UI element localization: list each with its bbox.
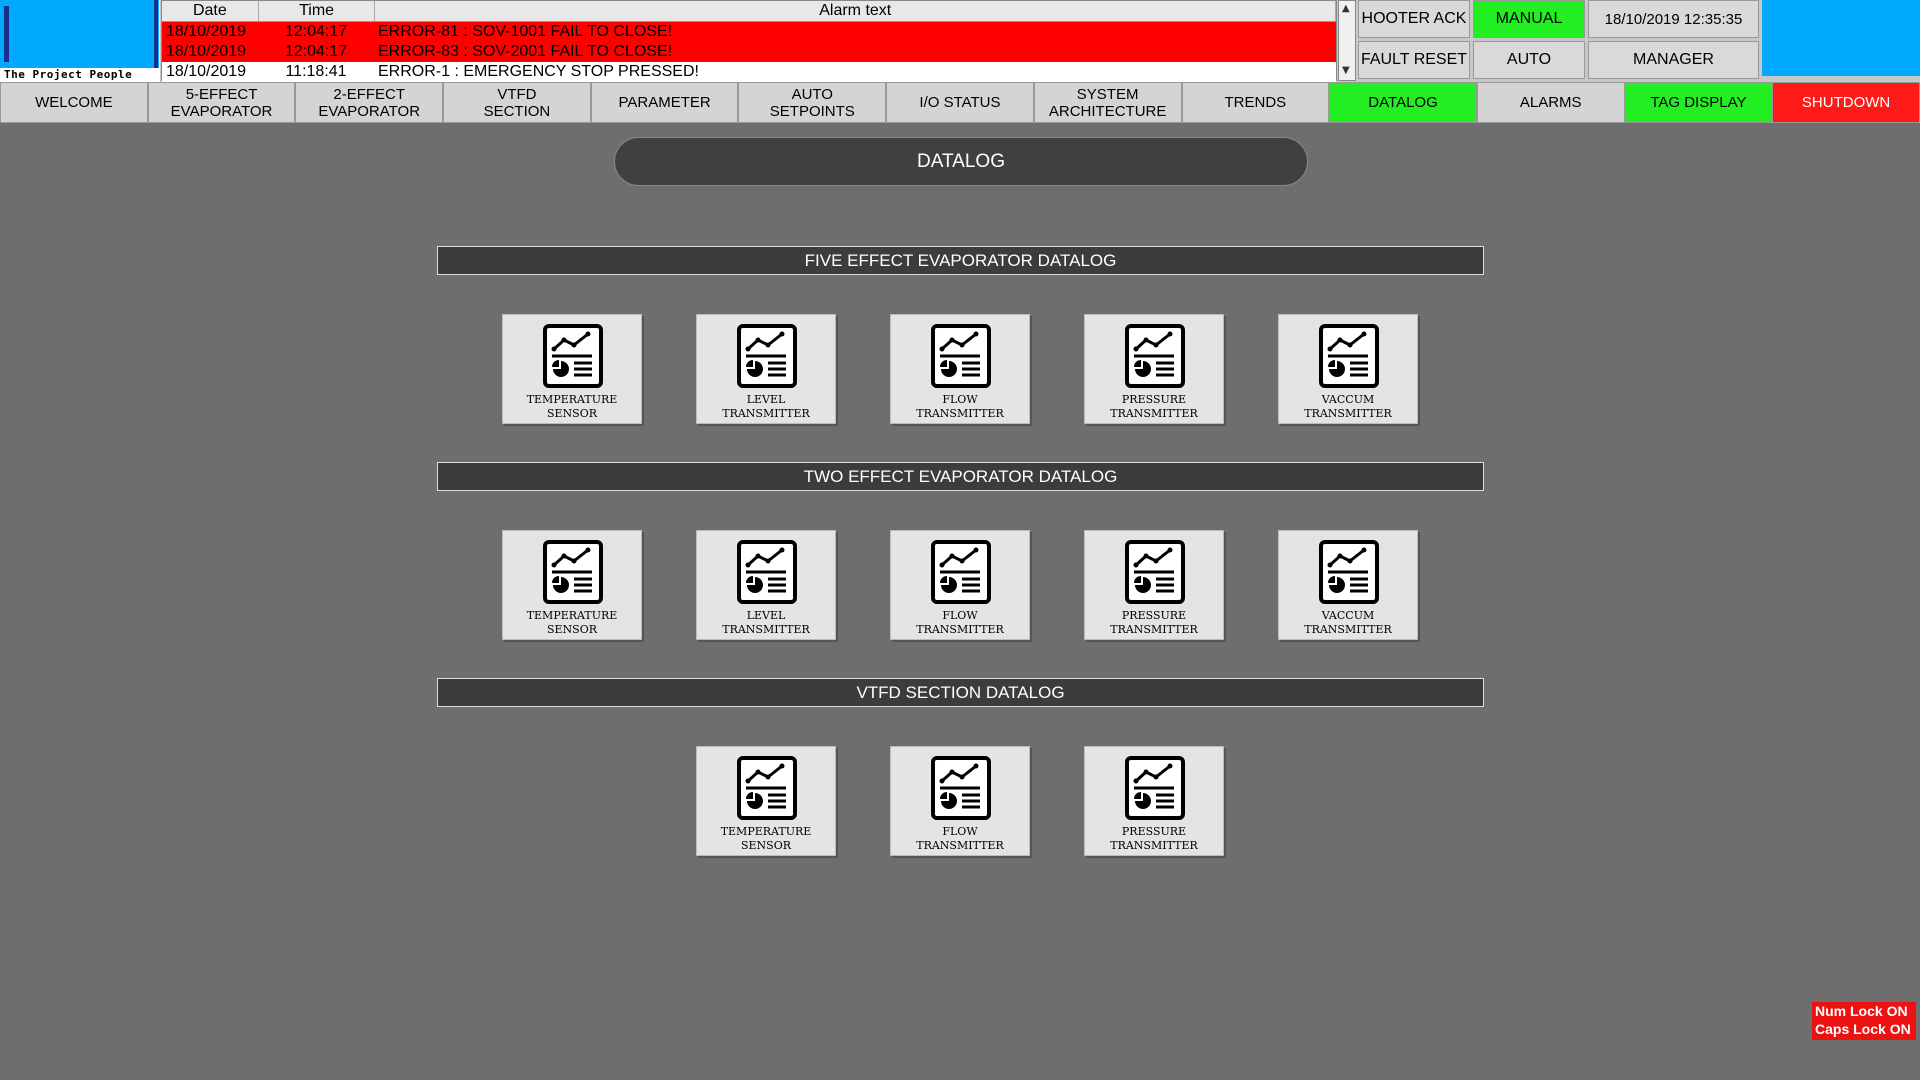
alarm-date: 18/10/2019 (166, 43, 247, 60)
datalog-card-label: VACCUM TRANSMITTER (1304, 609, 1392, 636)
report-chart-icon (1319, 324, 1379, 388)
datalog-card[interactable]: LEVEL TRANSMITTER (696, 530, 836, 640)
num-lock-status: Num Lock ON (1815, 1003, 1908, 1019)
alarm-text: ERROR-83 : SOV-2001 FAIL TO CLOSE! (378, 43, 673, 60)
alarm-time: 12:04:17 (284, 23, 348, 40)
alarm-text: ERROR-81 : SOV-1001 FAIL TO CLOSE! (378, 23, 673, 40)
nav-2-effect-evaporator[interactable]: 2-EFFECT EVAPORATOR (295, 82, 444, 123)
report-chart-icon (1125, 324, 1185, 388)
report-chart-icon (543, 324, 603, 388)
datalog-card-label: TEMPERATURE SENSOR (526, 393, 618, 420)
header-alarm-text: Alarm text (375, 1, 1336, 21)
datalog-card[interactable]: FLOW TRANSMITTER (890, 530, 1030, 640)
alarm-date: 18/10/2019 (166, 23, 247, 40)
scroll-up-icon[interactable]: ▲ (1342, 3, 1350, 14)
nav-shutdown[interactable]: SHUTDOWN (1772, 82, 1920, 123)
scroll-down-icon[interactable]: ▼ (1342, 65, 1350, 76)
datalog-card-label: FLOW TRANSMITTER (916, 825, 1004, 852)
alarm-time: 11:18:41 (285, 63, 347, 80)
datalog-card[interactable]: LEVEL TRANSMITTER (696, 314, 836, 424)
datalog-card-label: PRESSURE TRANSMITTER (1110, 393, 1198, 420)
datalog-card[interactable]: FLOW TRANSMITTER (890, 314, 1030, 424)
datalog-card-label: TEMPERATURE SENSOR (526, 609, 618, 636)
nav-parameter[interactable]: PARAMETER (590, 82, 739, 123)
alarm-date: 18/10/2019 (166, 63, 247, 80)
nav-datalog[interactable]: DATALOG (1329, 82, 1477, 123)
alarm-table-header: Date Time Alarm text (162, 1, 1336, 22)
datalog-card[interactable]: TEMPERATURE SENSOR (696, 746, 836, 856)
report-chart-icon (931, 324, 991, 388)
datalog-card[interactable]: PRESSURE TRANSMITTER (1084, 314, 1224, 424)
datalog-card[interactable]: VACCUM TRANSMITTER (1278, 530, 1418, 640)
nav-trends[interactable]: TRENDS (1181, 82, 1330, 123)
brand-panel (1762, 0, 1920, 76)
logo-caption: The Project People (4, 68, 133, 81)
report-chart-icon (737, 756, 797, 820)
datalog-card-label: TEMPERATURE SENSOR (720, 825, 812, 852)
datalog-card[interactable]: TEMPERATURE SENSOR (502, 314, 642, 424)
alarm-row[interactable]: 18/10/2019 12:04:17 ERROR-83 : SOV-2001 … (162, 42, 1336, 62)
keyboard-status: Num Lock ON Caps Lock ON (1812, 1002, 1916, 1040)
datalog-card-label: FLOW TRANSMITTER (916, 609, 1004, 636)
datalog-card[interactable]: PRESSURE TRANSMITTER (1084, 530, 1224, 640)
datalog-card-label: PRESSURE TRANSMITTER (1110, 825, 1198, 852)
main-nav: WELCOME 5-EFFECT EVAPORATOR 2-EFFECT EVA… (0, 82, 1920, 123)
datalog-card[interactable]: VACCUM TRANSMITTER (1278, 314, 1418, 424)
auto-button[interactable]: AUTO (1473, 41, 1585, 79)
nav-auto-setpoints[interactable]: AUTO SETPOINTS (738, 82, 887, 123)
hooter-ack-button[interactable]: HOOTER ACK (1358, 0, 1470, 38)
report-chart-icon (1319, 540, 1379, 604)
caps-lock-status: Caps Lock ON (1815, 1021, 1911, 1037)
section-header: FIVE EFFECT EVAPORATOR DATALOG (437, 246, 1484, 275)
report-chart-icon (543, 540, 603, 604)
header-date: Date (162, 1, 259, 21)
user-login-button[interactable]: MANAGER (1588, 41, 1759, 79)
datalog-card[interactable]: PRESSURE TRANSMITTER (1084, 746, 1224, 856)
datalog-card-label: LEVEL TRANSMITTER (722, 609, 810, 636)
nav-vtfd-section[interactable]: VTFD SECTION (443, 82, 591, 123)
company-logo: The Project People (0, 0, 160, 82)
page-title: DATALOG (614, 137, 1308, 186)
fault-reset-button[interactable]: FAULT RESET (1358, 41, 1470, 79)
section-header: VTFD SECTION DATALOG (437, 678, 1484, 707)
report-chart-icon (1125, 756, 1185, 820)
alarm-table[interactable]: Date Time Alarm text 18/10/2019 12:04:17… (161, 0, 1337, 82)
datalog-card[interactable]: TEMPERATURE SENSOR (502, 530, 642, 640)
alarm-scrollbar[interactable]: ▲ ▼ (1338, 0, 1356, 81)
report-chart-icon (1125, 540, 1185, 604)
header-time: Time (259, 1, 376, 21)
alarm-time: 12:04:17 (284, 43, 348, 60)
report-chart-icon (737, 540, 797, 604)
nav-5-effect-evaporator[interactable]: 5-EFFECT EVAPORATOR (147, 82, 296, 123)
datalog-card[interactable]: FLOW TRANSMITTER (890, 746, 1030, 856)
datalog-card-label: LEVEL TRANSMITTER (722, 393, 810, 420)
nav-welcome[interactable]: WELCOME (0, 82, 148, 123)
datalog-card-label: PRESSURE TRANSMITTER (1110, 609, 1198, 636)
section-header: TWO EFFECT EVAPORATOR DATALOG (437, 462, 1484, 491)
nav-system-architecture[interactable]: SYSTEM ARCHITECTURE (1033, 82, 1182, 123)
datalog-card-label: VACCUM TRANSMITTER (1304, 393, 1392, 420)
datalog-card-label: FLOW TRANSMITTER (916, 393, 1004, 420)
nav-io-status[interactable]: I/O STATUS (886, 82, 1034, 123)
logo-bar-left (4, 6, 9, 62)
nav-tag-display[interactable]: TAG DISPLAY (1624, 82, 1773, 123)
report-chart-icon (737, 324, 797, 388)
report-chart-icon (931, 756, 991, 820)
alarm-row[interactable]: 18/10/2019 12:04:17 ERROR-81 : SOV-1001 … (162, 22, 1336, 42)
alarm-row[interactable]: 18/10/2019 11:18:41 ERROR-1 : EMERGENCY … (162, 62, 1336, 82)
report-chart-icon (931, 540, 991, 604)
alarm-text: ERROR-1 : EMERGENCY STOP PRESSED! (378, 63, 699, 80)
logo-blue-block (0, 0, 159, 68)
datetime-display: 18/10/2019 12:35:35 (1588, 0, 1759, 38)
logo-bar-right (154, 0, 158, 68)
manual-button[interactable]: MANUAL (1473, 0, 1585, 38)
nav-alarms[interactable]: ALARMS (1476, 82, 1625, 123)
